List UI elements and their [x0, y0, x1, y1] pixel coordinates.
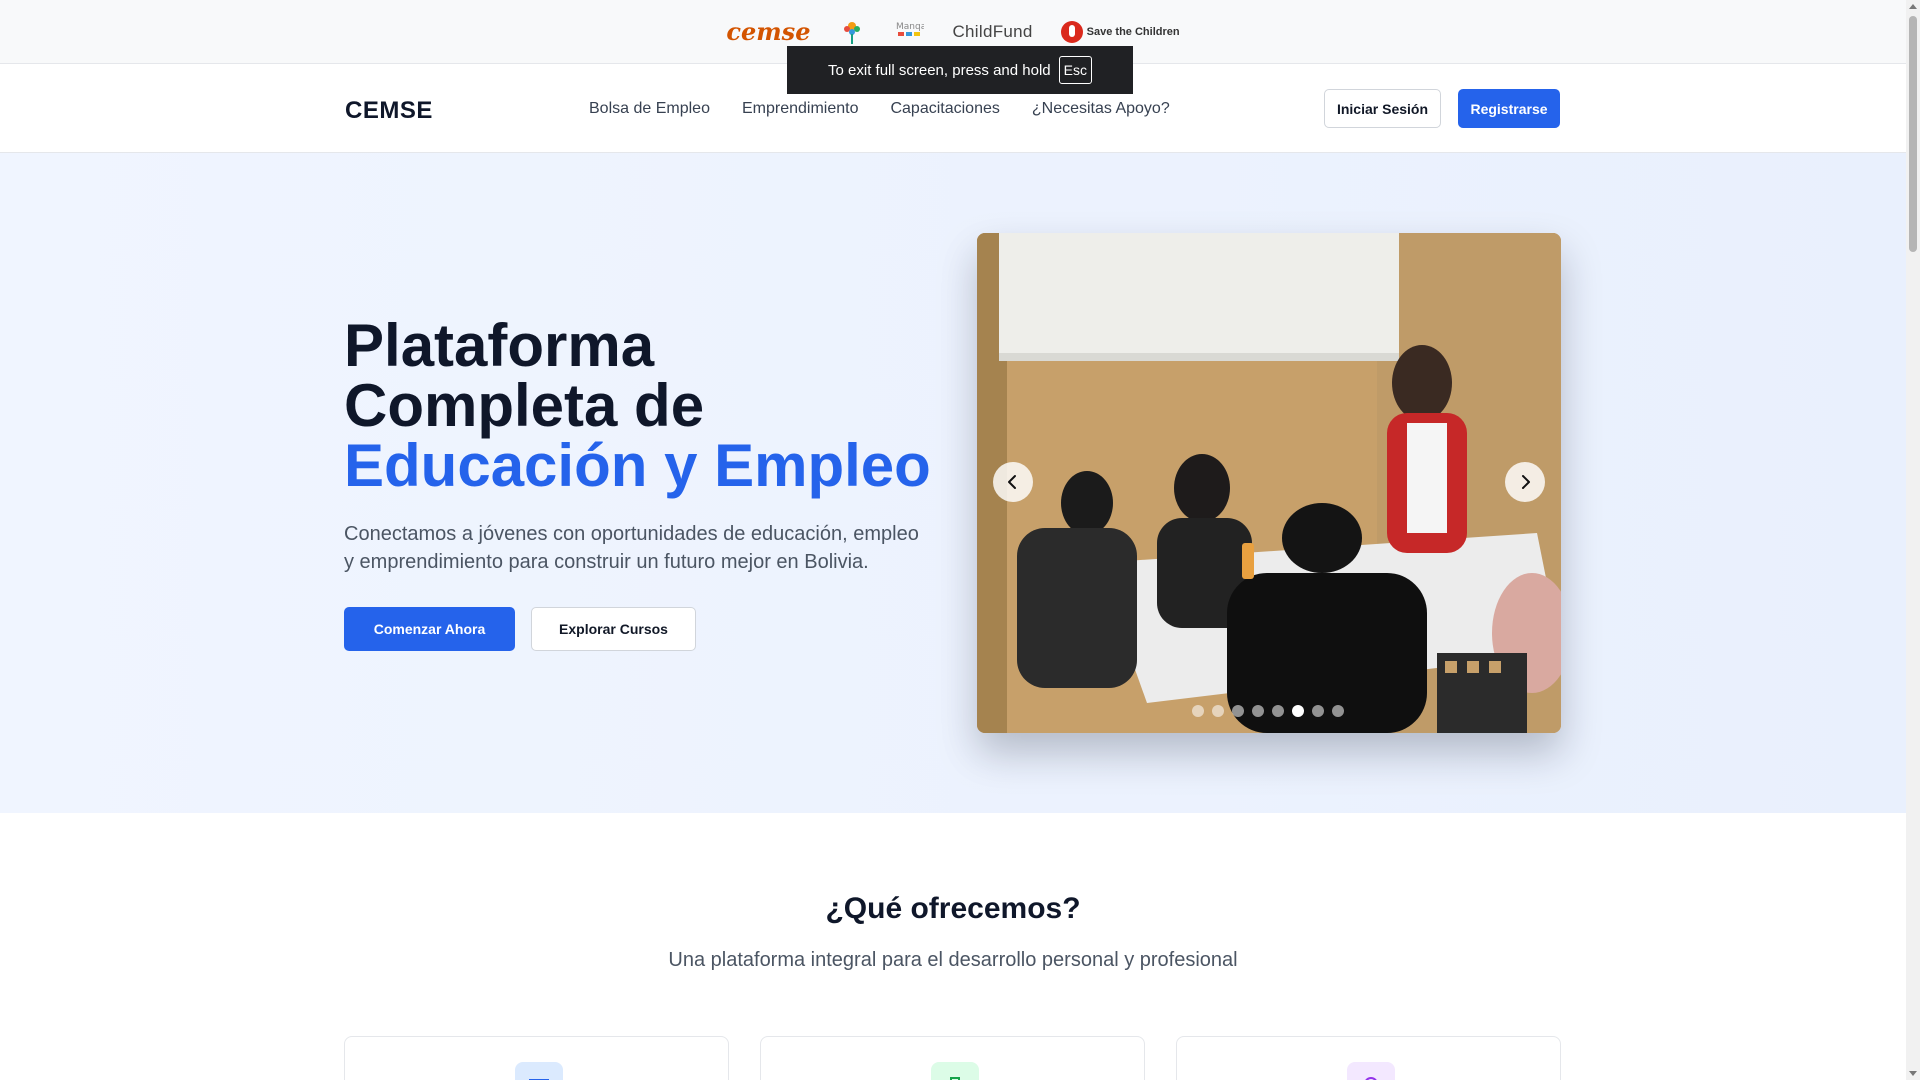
manqa-partner-logo: Manqa	[894, 19, 924, 45]
hero-description: Conectamos a jóvenes con oportunidades d…	[344, 523, 919, 573]
save-the-children-partner-logo: Save the Children	[1060, 20, 1180, 43]
carousel-dot-7[interactable]	[1312, 705, 1324, 717]
page-scrollbar[interactable]	[1906, 0, 1920, 1080]
offer-card-education[interactable]	[344, 1036, 729, 1080]
book-icon	[515, 1062, 563, 1080]
carousel-indicators	[1192, 705, 1344, 717]
nav-link-capacitaciones[interactable]: Capacitaciones	[890, 100, 999, 118]
childfund-partner-logo: ChildFund	[952, 21, 1033, 41]
scroll-up-arrow-icon[interactable]	[1909, 4, 1917, 9]
comenzar-ahora-button[interactable]: Comenzar Ahora	[344, 607, 515, 651]
carousel-next-button[interactable]	[1505, 462, 1545, 502]
offer-card-entrepreneurship[interactable]	[1176, 1036, 1561, 1080]
save-the-children-label: Save the Children	[1086, 25, 1180, 38]
nav-link-emprendimiento[interactable]: Emprendimiento	[742, 100, 859, 118]
carousel-dot-2[interactable]	[1212, 705, 1224, 717]
carousel-dot-5[interactable]	[1272, 705, 1284, 717]
hero-title: Plataforma Completa de Educación y Emple…	[344, 316, 944, 496]
lightbulb-icon	[1347, 1062, 1395, 1080]
register-button[interactable]: Registrarse	[1458, 89, 1560, 128]
fullscreen-notice-text: To exit full screen, press and hold	[828, 61, 1051, 79]
esc-key-hint: Esc	[1058, 56, 1092, 84]
brand-logo[interactable]: CEMSE	[345, 97, 433, 125]
nav-links: Bolsa de Empleo Emprendimiento Capacitac…	[589, 100, 1170, 118]
carousel-prev-button[interactable]	[993, 462, 1033, 502]
hero-title-line-2: Completa de	[344, 372, 705, 439]
scrollbar-thumb[interactable]	[1909, 16, 1917, 252]
fullscreen-exit-notice: To exit full screen, press and hold Esc	[787, 46, 1133, 94]
cemse-partner-logo: cemse	[726, 17, 811, 46]
chevron-left-icon	[1008, 475, 1016, 489]
carousel-dot-6[interactable]	[1292, 705, 1304, 717]
save-the-children-icon	[1060, 20, 1083, 43]
hero-title-accent: Educación y Empleo	[344, 432, 931, 499]
login-button[interactable]: Iniciar Sesión	[1324, 89, 1441, 128]
carousel-dot-4[interactable]	[1252, 705, 1264, 717]
flower-partner-logo	[838, 17, 866, 47]
nav-link-bolsa-de-empleo[interactable]: Bolsa de Empleo	[589, 100, 710, 118]
carousel-dot-8[interactable]	[1332, 705, 1344, 717]
carousel-dot-3[interactable]	[1232, 705, 1244, 717]
chevron-right-icon	[1522, 475, 1530, 489]
offer-card-employment[interactable]	[760, 1036, 1145, 1080]
hero-image-carousel[interactable]	[977, 233, 1561, 733]
explorar-cursos-button[interactable]: Explorar Cursos	[531, 607, 696, 651]
carousel-slide-image	[977, 233, 1561, 733]
hero-section: Plataforma Completa de Educación y Emple…	[0, 153, 1906, 813]
hero-title-line-1: Plataforma	[344, 312, 655, 379]
svg-text:Manqa: Manqa	[896, 22, 924, 32]
carousel-dot-1[interactable]	[1192, 705, 1204, 717]
offer-section-title: ¿Qué ofrecemos?	[825, 892, 1081, 925]
nav-link-necesitas-apoyo[interactable]: ¿Necesitas Apoyo?	[1032, 100, 1170, 118]
offer-section-subtitle: Una plataforma integral para el desarrol…	[668, 949, 1238, 971]
briefcase-icon	[931, 1062, 979, 1080]
scroll-down-arrow-icon[interactable]	[1909, 1071, 1917, 1076]
